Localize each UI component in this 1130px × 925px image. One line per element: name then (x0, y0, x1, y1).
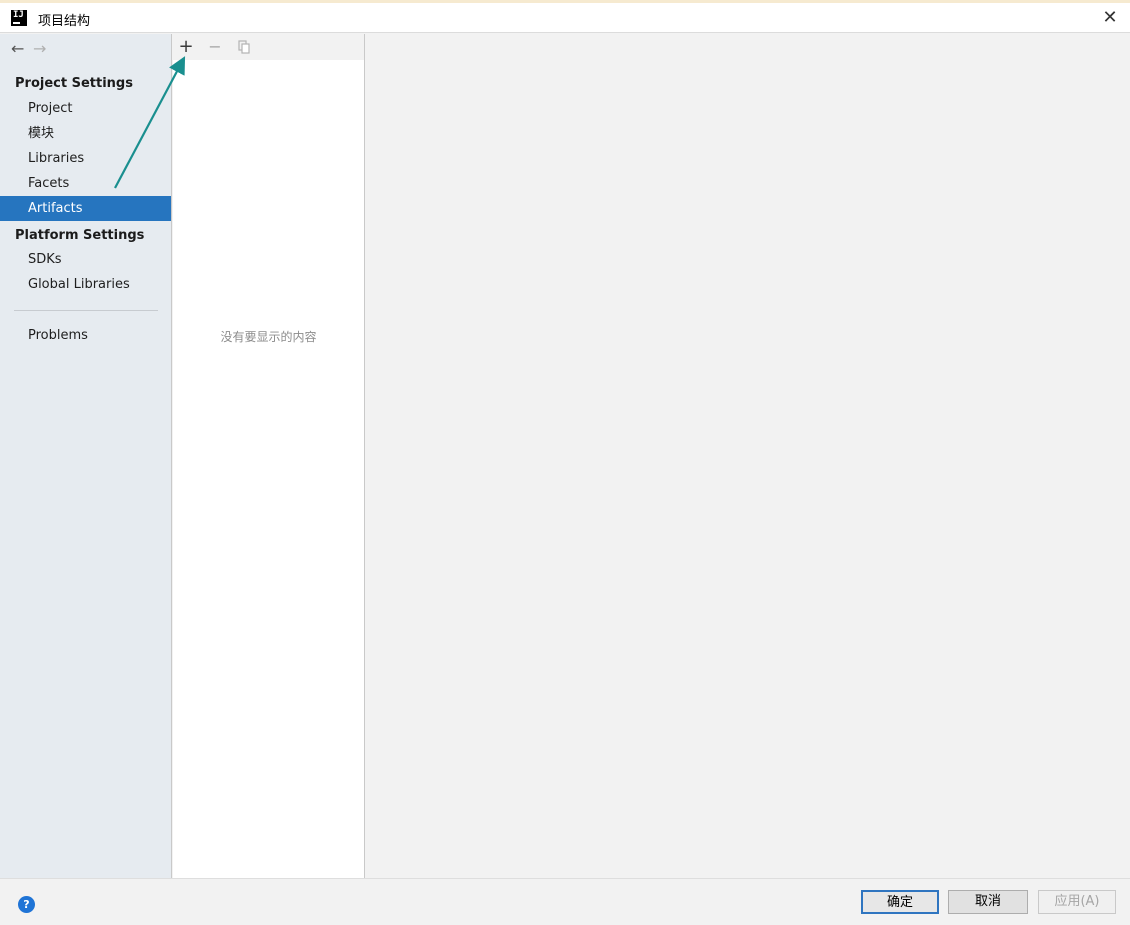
apply-button[interactable]: 应用(A) (1038, 890, 1116, 914)
copy-button[interactable] (234, 37, 254, 57)
sidebar-item-modules[interactable]: 模块 (0, 121, 171, 146)
list-toolbar: + − (173, 34, 364, 60)
forward-arrow-icon[interactable]: → (33, 40, 55, 58)
close-button[interactable]: ✕ (1100, 9, 1120, 27)
intellij-logo-icon: IJ (11, 10, 27, 26)
ok-button[interactable]: 确定 (861, 890, 939, 914)
sidebar-separator (14, 310, 158, 311)
sidebar-item-artifacts[interactable]: Artifacts (0, 196, 171, 221)
sidebar-item-problems[interactable]: Problems (0, 323, 171, 348)
back-arrow-icon[interactable]: ← (11, 40, 33, 58)
history-navigation: ← → (11, 40, 55, 58)
copy-icon (238, 40, 250, 54)
title-bar: IJ 项目结构 ✕ (0, 3, 1130, 33)
detail-panel (366, 34, 1130, 878)
artifacts-list-panel: + − 没有要显示的内容 (173, 34, 365, 878)
add-button[interactable]: + (176, 37, 196, 57)
sidebar-item-sdks[interactable]: SDKs (0, 247, 171, 272)
project-settings-header: Project Settings (15, 76, 133, 91)
platform-settings-header: Platform Settings (15, 228, 145, 243)
cancel-button[interactable]: 取消 (948, 890, 1028, 914)
sidebar-item-facets[interactable]: Facets (0, 171, 171, 196)
sidebar-item-project[interactable]: Project (0, 96, 171, 121)
sidebar-item-libraries[interactable]: Libraries (0, 146, 171, 171)
settings-sidebar: ← → Project Settings Project 模块 Libraries… (0, 34, 172, 878)
sidebar-item-global-libraries[interactable]: Global Libraries (0, 272, 171, 297)
remove-button[interactable]: − (205, 37, 225, 57)
help-icon[interactable]: ? (18, 896, 35, 913)
dialog-footer: ? 确定 取消 应用(A) (0, 878, 1130, 925)
window-title: 项目结构 (38, 14, 91, 29)
empty-list-message: 没有要显示的内容 (220, 330, 317, 344)
